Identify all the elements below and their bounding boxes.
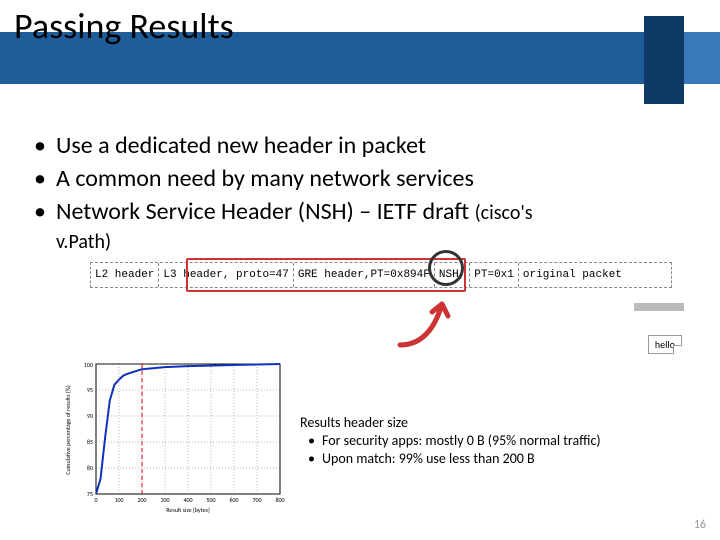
svg-text:400: 400 (183, 496, 192, 504)
svg-text:Result size [bytes]: Result size [bytes] (166, 506, 210, 514)
red-arrow-icon (390, 290, 470, 350)
svg-text:95: 95 (87, 386, 93, 394)
hello-note-text: hello (655, 338, 675, 351)
bullet-2: A common need by many network services (34, 163, 694, 194)
packet-segment-l2: L2 header (91, 263, 159, 287)
bullet-1: Use a dedicated new header in packet (34, 130, 694, 161)
bullet-3-continuation: v.Path) (56, 230, 694, 254)
svg-text:80: 80 (87, 464, 93, 472)
results-summary: Results header size For security apps: m… (300, 414, 690, 469)
svg-text:85: 85 (87, 438, 93, 446)
svg-text:100: 100 (84, 361, 93, 369)
slide-title: Passing Results (14, 8, 234, 44)
svg-text:500: 500 (206, 496, 215, 504)
svg-text:800: 800 (275, 496, 284, 504)
results-bullet-1: For security apps: mostly 0 B (95% norma… (304, 432, 690, 450)
svg-text:600: 600 (229, 496, 238, 504)
content-area: Use a dedicated new header in packet A c… (34, 130, 694, 254)
nsh-circle-annotation (428, 250, 464, 286)
svg-text:300: 300 (160, 496, 169, 504)
packet-segment-pt: PT=0x1 (470, 263, 519, 287)
title-area: Passing Results (0, 8, 720, 98)
accent-dark (644, 16, 684, 104)
bullet-3: Network Service Header (NSH) – IETF draf… (34, 196, 694, 227)
cdf-chart: 75 80 85 90 95 100 0 100 200 300 400 500… (60, 358, 290, 516)
highlight-rectangle (186, 258, 466, 292)
svg-text:90: 90 (87, 412, 93, 420)
svg-text:75: 75 (87, 490, 93, 498)
svg-text:Cumulative percentage of resul: Cumulative percentage of results (%) (64, 385, 72, 475)
svg-text:200: 200 (137, 496, 146, 504)
svg-text:700: 700 (252, 496, 261, 504)
main-bullets: Use a dedicated new header in packet A c… (34, 130, 694, 228)
page-number: 16 (694, 518, 706, 532)
results-bullets: For security apps: mostly 0 B (95% norma… (304, 432, 690, 468)
results-bullet-2: Upon match: 99% use less than 200 B (304, 450, 690, 468)
note-gray-bar (634, 303, 684, 311)
hello-note: hello (648, 335, 682, 354)
svg-text:0: 0 (94, 496, 97, 504)
results-heading: Results header size (300, 414, 690, 432)
bullet-3-suffix: (cisco's (475, 201, 533, 225)
packet-segment-original: original packet (519, 263, 671, 287)
svg-text:100: 100 (114, 496, 123, 504)
bullet-3-text: Network Service Header (NSH) – IETF draf… (56, 197, 475, 226)
